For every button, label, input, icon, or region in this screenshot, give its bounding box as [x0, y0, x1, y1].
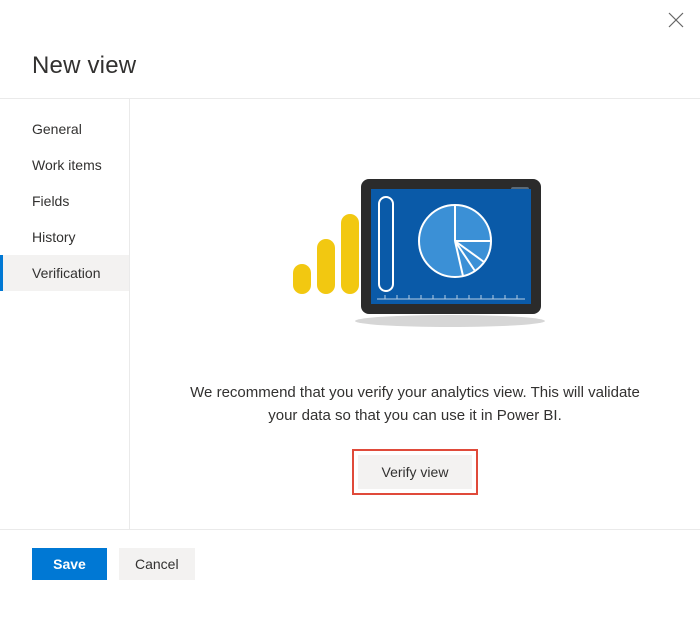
verification-description: We recommend that you verify your analyt… — [190, 382, 640, 427]
dialog-body: General Work items Fields History Verifi… — [0, 99, 700, 529]
close-button[interactable] — [666, 10, 686, 30]
sidebar-item-history[interactable]: History — [0, 219, 129, 255]
close-icon — [668, 12, 684, 28]
dialog-title: New view — [32, 52, 668, 80]
cancel-button[interactable]: Cancel — [119, 548, 195, 580]
verification-illustration — [285, 169, 545, 342]
verify-button-highlight: Verify view — [352, 449, 479, 495]
sidebar-item-fields[interactable]: Fields — [0, 183, 129, 219]
sidebar-item-general[interactable]: General — [0, 111, 129, 147]
save-button[interactable]: Save — [32, 548, 107, 580]
new-view-dialog: New view General Work items Fields Histo… — [0, 0, 700, 619]
main-content: We recommend that you verify your analyt… — [130, 99, 700, 529]
sidebar-item-label: General — [32, 121, 82, 137]
dialog-header: New view — [0, 0, 700, 98]
sidebar-item-verification[interactable]: Verification — [0, 255, 129, 291]
sidebar-item-work-items[interactable]: Work items — [0, 147, 129, 183]
dialog-footer: Save Cancel — [0, 529, 700, 580]
sidebar-item-label: Work items — [32, 157, 102, 173]
verify-view-button[interactable]: Verify view — [358, 455, 473, 489]
sidebar-nav: General Work items Fields History Verifi… — [0, 99, 130, 529]
sidebar-item-label: Verification — [32, 265, 100, 281]
sidebar-item-label: Fields — [32, 193, 69, 209]
sidebar-item-label: History — [32, 229, 76, 245]
